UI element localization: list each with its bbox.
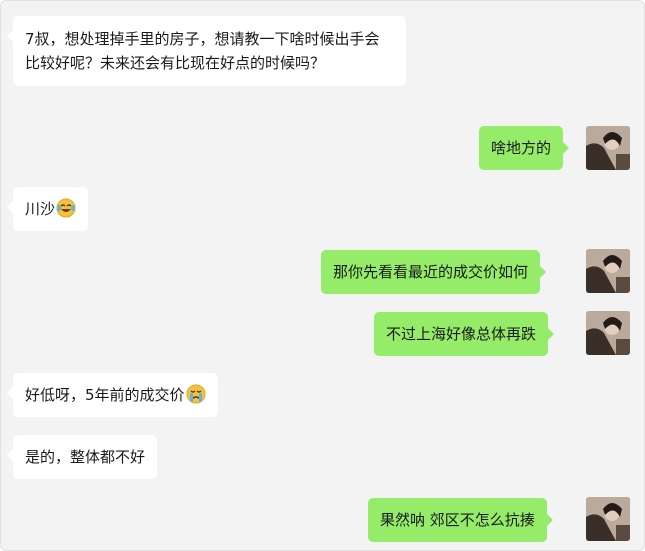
message-bubble-incoming[interactable]: 是的，整体都不好 xyxy=(6,435,158,479)
message-text: 不过上海好像总体再跌 xyxy=(386,325,537,343)
message-bubble-incoming[interactable]: 川沙 xyxy=(6,187,89,231)
message-text: 果然呐 郊区不怎么抗揍 xyxy=(380,511,535,529)
chat-window: 7叔，想处理掉手里的房子，想请教一下啥时候出手会比较好呢？未来还会有比现在好点的… xyxy=(0,0,645,551)
message-text: 好低呀，5年前的成交价 xyxy=(25,386,185,404)
message-text: 啥地方的 xyxy=(491,139,552,157)
user-avatar[interactable] xyxy=(586,497,630,541)
user-avatar[interactable] xyxy=(586,126,630,170)
message-bubble-outgoing[interactable]: 果然呐 郊区不怎么抗揍 xyxy=(368,498,553,542)
user-avatar[interactable] xyxy=(586,249,630,293)
message-bubble-incoming[interactable]: 7叔，想处理掉手里的房子，想请教一下啥时候出手会比较好呢？未来还会有比现在好点的… xyxy=(7,16,406,86)
message-text: 川沙 xyxy=(25,200,56,218)
user-avatar[interactable] xyxy=(586,311,630,355)
message-bubble-outgoing[interactable]: 啥地方的 xyxy=(479,126,570,170)
message-bubble-incoming[interactable]: 好低呀，5年前的成交价 xyxy=(7,373,218,417)
crying-emoji xyxy=(186,384,206,404)
message-bubble-outgoing[interactable]: 那你先看看最近的成交价如何 xyxy=(321,250,547,294)
laughing-tears-emoji xyxy=(56,198,76,218)
message-text: 那你先看看最近的成交价如何 xyxy=(333,263,529,281)
message-text: 是的，整体都不好 xyxy=(25,448,146,466)
message-bubble-outgoing[interactable]: 不过上海好像总体再跌 xyxy=(374,312,555,356)
message-text: 7叔，想处理掉手里的房子，想请教一下啥时候出手会比较好呢？未来还会有比现在好点的… xyxy=(25,30,380,72)
